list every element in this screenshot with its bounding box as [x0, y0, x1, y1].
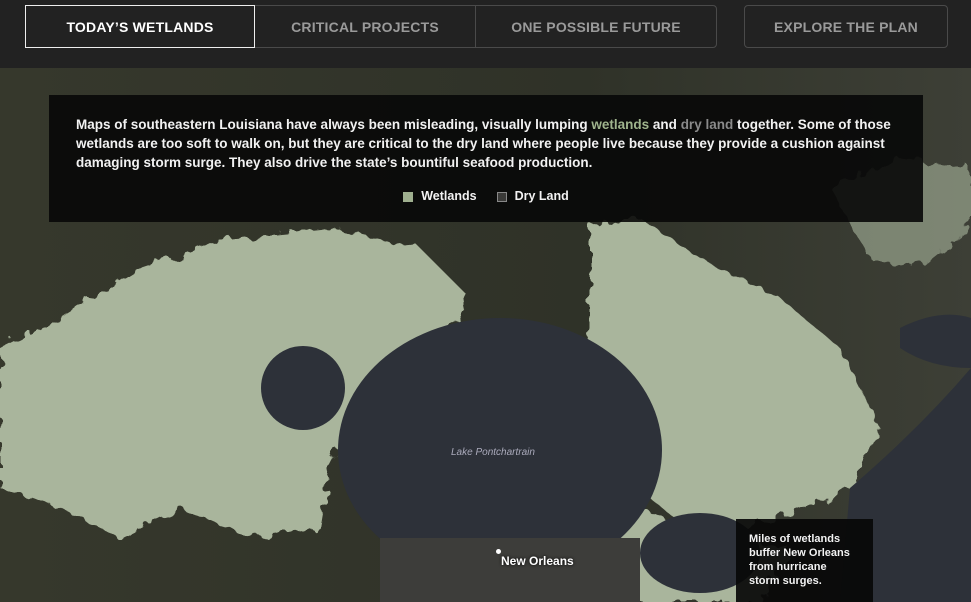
- explore-the-plan-button[interactable]: EXPLORE THE PLAN: [744, 5, 948, 48]
- lake-pontchartrain-label: Lake Pontchartrain: [451, 447, 535, 458]
- dry-land-swatch: [496, 191, 507, 202]
- intro-panel: Maps of southeastern Louisiana have alwa…: [49, 95, 923, 222]
- intro-text-part: and: [649, 117, 681, 132]
- tab-todays-wetlands[interactable]: TODAY’S WETLANDS: [25, 5, 255, 48]
- legend-label: Wetlands: [421, 189, 477, 203]
- top-nav: TODAY’S WETLANDS CRITICAL PROJECTS ONE P…: [0, 0, 971, 68]
- new-orleans-urban-area: [380, 538, 640, 602]
- intro-text-part: Maps of southeastern Louisiana have alwa…: [76, 117, 592, 132]
- map-callout: Miles of wetlands buffer New Orleans fro…: [736, 519, 873, 602]
- dry-land-highlight: dry land: [680, 117, 734, 132]
- new-orleans-label: New Orleans: [501, 554, 574, 568]
- legend-item-wetlands: Wetlands: [403, 187, 477, 206]
- legend-label: Dry Land: [514, 189, 569, 203]
- tab-one-possible-future[interactable]: ONE POSSIBLE FUTURE: [475, 5, 717, 48]
- intro-text: Maps of southeastern Louisiana have alwa…: [76, 115, 896, 172]
- wetlands-swatch: [403, 191, 414, 202]
- legend-item-dry-land: Dry Land: [496, 187, 569, 206]
- map-legend: Wetlands Dry Land: [76, 187, 896, 206]
- tab-critical-projects[interactable]: CRITICAL PROJECTS: [254, 5, 476, 48]
- wetlands-highlight: wetlands: [591, 117, 650, 132]
